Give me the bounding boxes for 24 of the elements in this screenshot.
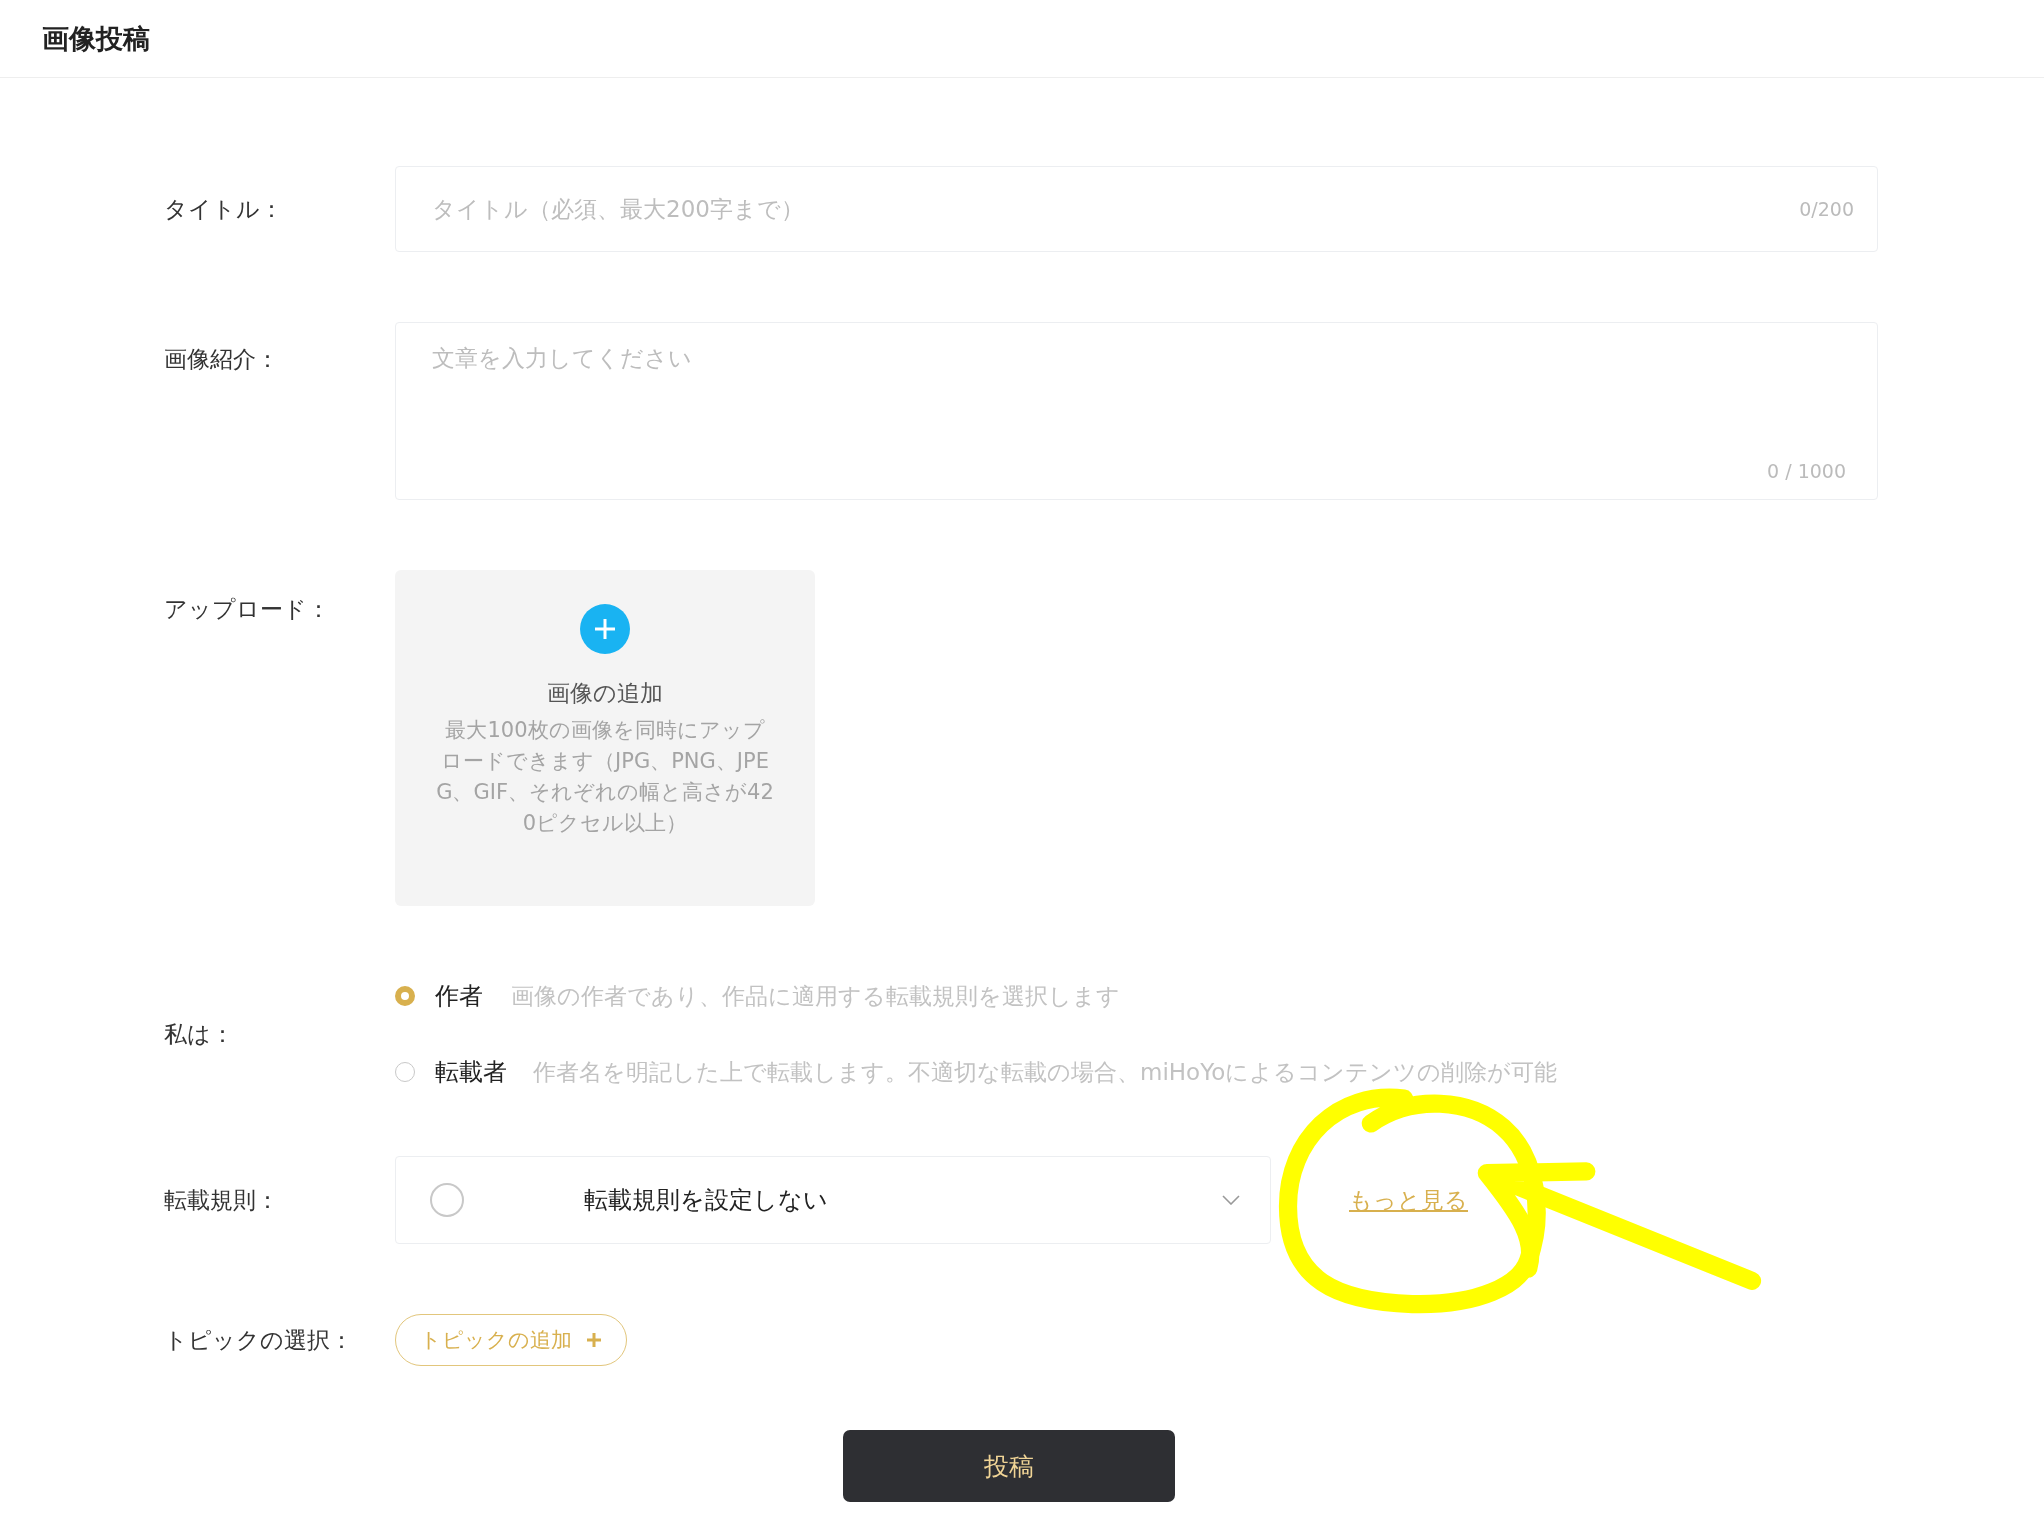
radio-button[interactable] [395,986,415,1006]
field-label: 画像紹介： [164,345,280,374]
add-icon [580,604,630,654]
option-description: 画像の作者であり、作品に適用する転載規則を選択します [511,981,1120,1011]
submit-button[interactable]: 投稿 [843,1430,1175,1502]
radio-label: 転載者 [435,1057,508,1088]
option-description: 作者名を明記した上で転載します。不適切な転載の場合、miHoYoによるコンテンツの削除が可能 [533,1057,1558,1087]
page-title: 画像投稿 [42,21,150,56]
chevron-down-icon [1222,1195,1240,1205]
upload-title: 画像の追加 [547,679,663,708]
radio-label: 作者 [435,981,484,1012]
upload-area[interactable]: 画像の追加 最大100枚の画像を同時にアップロードできます（JPG、PNG、JPEG、GIF、それぞれの幅と高さが420ピクセル以上） [395,570,815,906]
field-label: トピックの選択： [164,1325,354,1355]
select-value: 転載規則を設定しない [584,1185,829,1216]
plus-icon [586,1332,602,1348]
character-counter: 0 / 1000 [1767,460,1846,482]
character-counter: 0/200 [1799,198,1854,220]
repost-rule-select[interactable]: 転載規則を設定しない [395,1156,1271,1244]
field-label: 私は： [164,1019,235,1049]
checkbox[interactable] [430,1183,464,1217]
field-label: アップロード： [164,595,331,624]
upload-hint: 最大100枚の画像を同時にアップロードできます（JPG、PNG、JPEG、GIF、それぞれの幅と高さが420ピクセル以上） [435,717,775,837]
field-label: タイトル： [164,194,284,224]
field-label: 転載規則： [164,1185,280,1215]
